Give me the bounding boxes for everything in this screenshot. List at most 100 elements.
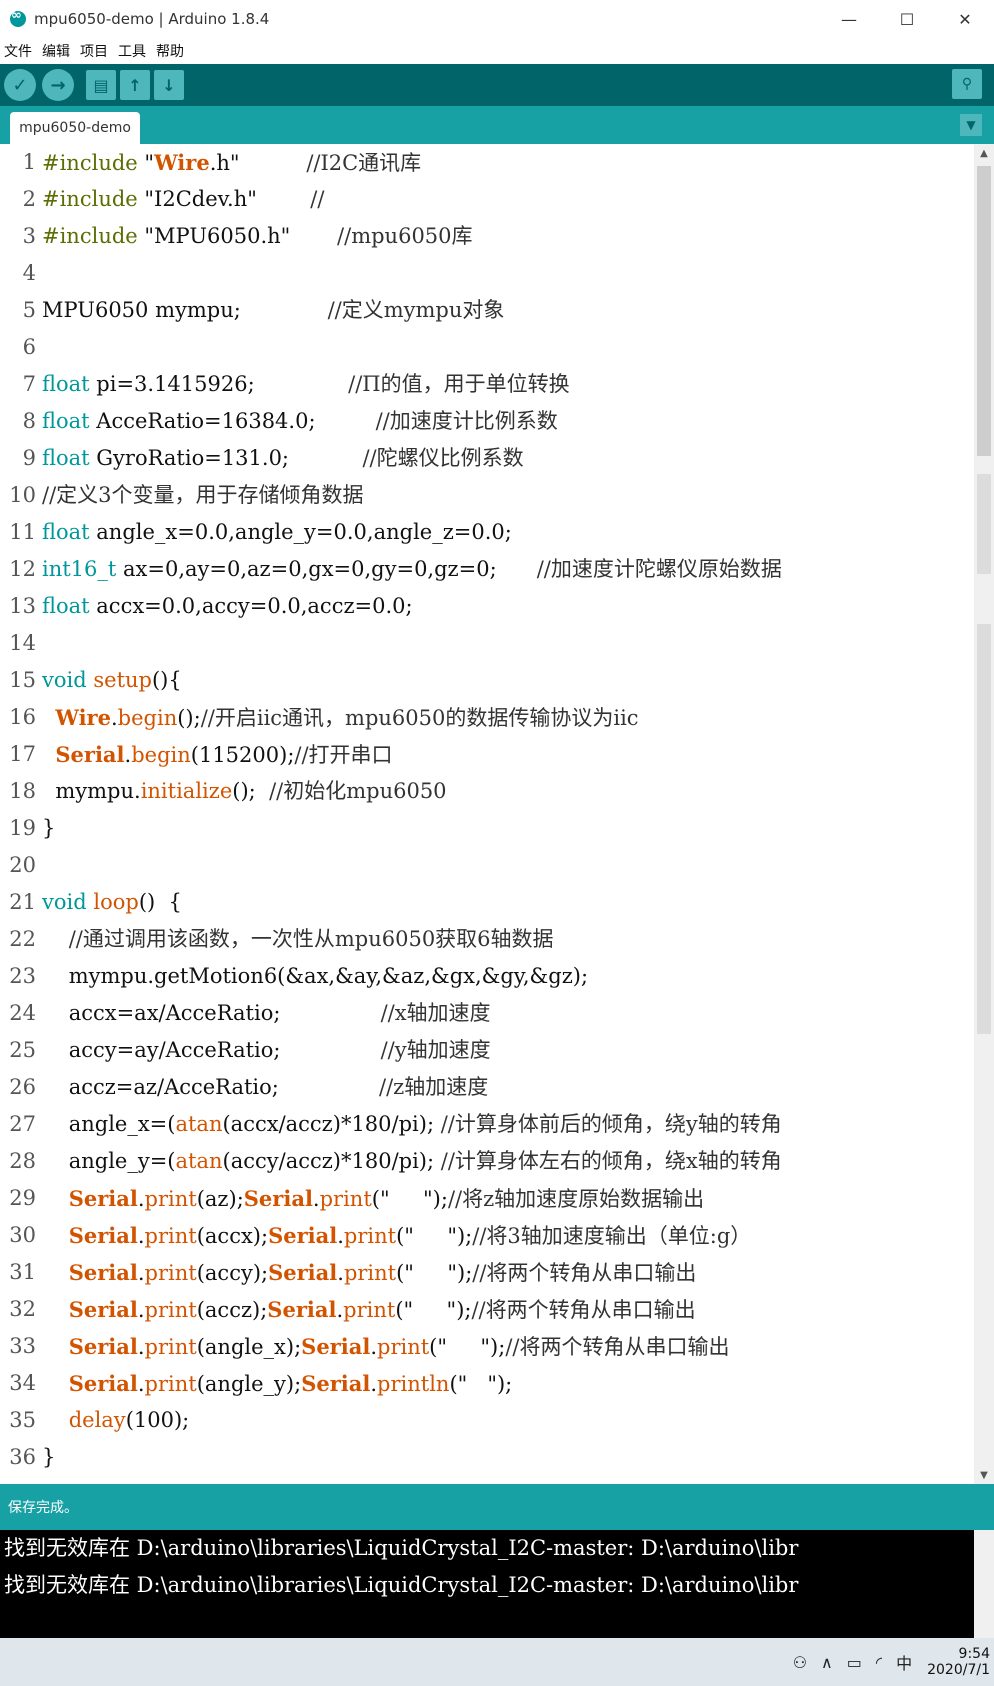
clock[interactable]: 9:54 2020/7/1: [927, 1646, 990, 1678]
scrollbar-track-segment: [977, 474, 991, 574]
scroll-up-arrow-icon[interactable]: ▲: [974, 144, 994, 162]
code-line[interactable]: accz=az/AcceRatio; //z轴加速度: [42, 1069, 972, 1106]
menu-edit[interactable]: 编辑: [42, 41, 70, 61]
code-line[interactable]: float accx=0.0,accy=0.0,accz=0.0;: [42, 588, 972, 625]
code-line[interactable]: [42, 255, 972, 292]
code-line[interactable]: [42, 847, 972, 884]
line-number: 5: [22, 298, 36, 322]
code-line[interactable]: #include "Wire.h" //I2C通讯库: [42, 144, 972, 181]
line-number: 24: [9, 1001, 36, 1025]
code-line[interactable]: Serial.print(az);Serial.print(" ");//将z轴…: [42, 1180, 972, 1217]
verify-button[interactable]: ✓: [4, 69, 36, 101]
code-line[interactable]: accx=ax/AcceRatio; //x轴加速度: [42, 995, 972, 1032]
code-line[interactable]: Serial.print(accx);Serial.print(" ");//将…: [42, 1217, 972, 1254]
console-output[interactable]: 找到无效库在 D:\arduino\libraries\LiquidCrysta…: [0, 1530, 994, 1638]
code-line[interactable]: mympu.getMotion6(&ax,&ay,&az,&gx,&gy,&gz…: [42, 958, 972, 995]
scrollbar-track-segment: [977, 624, 991, 1034]
code-line[interactable]: //定义3个变量，用于存储倾角数据: [42, 477, 972, 514]
line-number: 36: [9, 1445, 36, 1469]
code-line[interactable]: float AcceRatio=16384.0; //加速度计比例系数: [42, 403, 972, 440]
menu-sketch[interactable]: 项目: [80, 41, 108, 61]
scrollbar-thumb[interactable]: [977, 166, 991, 456]
code-line[interactable]: int16_t ax=0,ay=0,az=0,gx=0,gy=0,gz=0; /…: [42, 551, 972, 588]
code-line[interactable]: Serial.print(accz);Serial.print(" ");//将…: [42, 1291, 972, 1328]
save-sketch-button[interactable]: ↓: [154, 70, 184, 100]
code-line[interactable]: }: [42, 810, 972, 847]
code-line[interactable]: }: [42, 1439, 972, 1476]
line-number: 35: [9, 1408, 36, 1432]
minimize-button[interactable]: —: [820, 0, 878, 38]
line-number: 21: [9, 890, 36, 914]
wifi-icon[interactable]: ◜: [876, 1653, 882, 1672]
code-editor[interactable]: 1 2 3 4 5 6 7 8 9 10 11 12 13 14 15 16 17 18 19 20 21 22 23 24 2…: [0, 144, 994, 1484]
code-line[interactable]: mympu.initialize(); //初始化mpu6050: [42, 773, 972, 810]
console-vertical-scrollbar[interactable]: [974, 1530, 994, 1638]
menu-help[interactable]: 帮助: [156, 41, 184, 61]
line-number: 6: [22, 335, 36, 359]
line-number: 20: [9, 853, 36, 877]
windows-taskbar: ⚇ ∧ ▭ ◜ 中 9:54 2020/7/1: [0, 1638, 994, 1686]
scroll-down-arrow-icon[interactable]: ▼: [974, 1466, 994, 1484]
code-line[interactable]: Serial.print(angle_x);Serial.print(" ");…: [42, 1328, 972, 1365]
code-line[interactable]: float GyroRatio=131.0; //陀螺仪比例系数: [42, 440, 972, 477]
line-number: 8: [22, 409, 36, 433]
tab-bar: mpu6050-demo ▼: [0, 106, 994, 144]
code-line[interactable]: #include "MPU6050.h" //mpu6050库: [42, 218, 972, 255]
system-tray: ⚇ ∧ ▭ ◜ 中 9:54 2020/7/1: [786, 1638, 990, 1686]
line-number: 27: [9, 1112, 36, 1136]
line-number: 3: [22, 224, 36, 248]
battery-icon[interactable]: ▭: [847, 1653, 862, 1672]
code-line[interactable]: Serial.begin(115200);//打开串口: [42, 736, 972, 773]
code-line[interactable]: void setup(){: [42, 662, 972, 699]
editor-vertical-scrollbar[interactable]: ▲ ▼: [974, 144, 994, 1484]
code-line[interactable]: Serial.print(angle_y);Serial.println(" "…: [42, 1365, 972, 1402]
clock-time: 9:54: [958, 1646, 990, 1662]
toolbar: ✓ → ▤ ↑ ↓ ⚲: [0, 64, 994, 106]
code-line[interactable]: Wire.begin();//开启iic通讯，mpu6050的数据传输协议为ii…: [42, 699, 972, 736]
upload-button[interactable]: →: [42, 69, 74, 101]
line-number: 30: [9, 1223, 36, 1247]
ime-indicator[interactable]: 中: [896, 1650, 912, 1674]
tab-mpu6050-demo[interactable]: mpu6050-demo: [10, 112, 140, 144]
new-sketch-button[interactable]: ▤: [86, 70, 116, 100]
line-number: 19: [9, 816, 36, 840]
code-line[interactable]: float pi=3.1415926; //Π的值，用于单位转换: [42, 366, 972, 403]
people-icon[interactable]: ⚇: [793, 1653, 807, 1672]
chevron-up-icon[interactable]: ∧: [821, 1653, 833, 1672]
code-line[interactable]: [42, 625, 972, 662]
code-line[interactable]: //通过调用该函数，一次性从mpu6050获取6轴数据: [42, 921, 972, 958]
line-number: 9: [22, 446, 36, 470]
line-number: 7: [22, 372, 36, 396]
serial-monitor-button[interactable]: ⚲: [952, 69, 982, 99]
code-line[interactable]: float angle_x=0.0,angle_y=0.0,angle_z=0.…: [42, 514, 972, 551]
maximize-button[interactable]: ☐: [878, 0, 936, 38]
line-number: 18: [9, 779, 36, 803]
code-line[interactable]: angle_x=(atan(accx/accz)*180/pi); //计算身体…: [42, 1106, 972, 1143]
line-number: 29: [9, 1186, 36, 1210]
line-number: 22: [9, 927, 36, 951]
line-number: 11: [9, 520, 36, 544]
console-line: 找到无效库在 D:\arduino\libraries\LiquidCrysta…: [4, 1573, 799, 1597]
line-number: 2: [22, 187, 36, 211]
code-area[interactable]: #include "Wire.h" //I2C通讯库 #include "I2Cd…: [42, 144, 972, 1484]
code-line[interactable]: accy=ay/AcceRatio; //y轴加速度: [42, 1032, 972, 1069]
code-line[interactable]: angle_y=(atan(accy/accz)*180/pi); //计算身体…: [42, 1143, 972, 1180]
line-number: 26: [9, 1075, 36, 1099]
menu-file[interactable]: 文件: [4, 41, 32, 61]
arduino-logo-icon: [10, 8, 26, 27]
code-line[interactable]: Serial.print(accy);Serial.print(" ");//将…: [42, 1254, 972, 1291]
line-number: 15: [9, 668, 36, 692]
open-sketch-button[interactable]: ↑: [120, 70, 150, 100]
line-number: 4: [22, 261, 36, 285]
code-line[interactable]: #include "I2Cdev.h" //: [42, 181, 972, 218]
line-number-gutter: 1 2 3 4 5 6 7 8 9 10 11 12 13 14 15 16 17 18 19 20 21 22 23 24 2…: [0, 144, 38, 1484]
code-line[interactable]: void loop() {: [42, 884, 972, 921]
code-line[interactable]: [42, 329, 972, 366]
code-line[interactable]: delay(100);: [42, 1402, 972, 1439]
code-line[interactable]: MPU6050 mympu; //定义mympu对象: [42, 292, 972, 329]
menu-tools[interactable]: 工具: [118, 41, 146, 61]
close-button[interactable]: ✕: [936, 0, 994, 38]
tab-menu-button[interactable]: ▼: [960, 114, 982, 136]
line-number: 14: [9, 631, 36, 655]
line-number: 17: [9, 742, 36, 766]
